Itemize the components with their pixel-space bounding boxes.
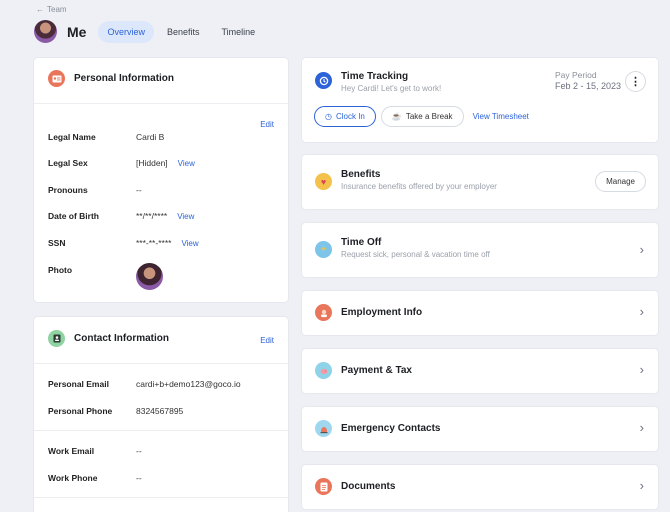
clock-icon: ◷ [325,112,332,121]
tab-timeline[interactable]: Timeline [213,21,265,43]
more-options-button[interactable]: ⋮ [625,71,646,92]
time-tracking-title: Time Tracking [341,71,409,82]
chevron-right-icon: › [639,478,644,493]
id-card-icon [48,70,65,87]
personal-email-row: Personal Email cardi+b+demo123@goco.io [48,379,241,389]
contact-book-icon [48,330,65,347]
arrow-left-icon: ← [36,5,44,14]
divider [34,497,288,498]
legal-sex-row: Legal Sex [Hidden] View [48,158,195,168]
work-email-row: Work Email -- [48,446,142,456]
documents-card[interactable]: Documents › [302,465,658,509]
employment-info-card[interactable]: Employment Info › [302,291,658,335]
emergency-contacts-title: Emergency Contacts [341,423,441,434]
contact-edit-link[interactable]: Edit [260,336,274,345]
benefits-card[interactable]: ♥ Benefits Insurance benefits offered by… [302,155,658,209]
contact-information-title: Contact Information [74,333,169,344]
personal-information-card: Personal Information Edit Legal Name Car… [34,58,288,302]
clock-icon [315,72,332,89]
divider [34,103,288,104]
time-off-card[interactable]: ☀ Time Off Request sick, personal & vaca… [302,223,658,277]
personal-phone-row: Personal Phone 8324567895 [48,406,184,416]
heart-icon: ♥ [315,173,332,190]
chevron-right-icon: › [639,362,644,377]
view-legal-sex-link[interactable]: View [178,159,195,168]
page-title: Me [67,23,87,40]
work-phone-row: Work Phone -- [48,473,142,483]
employee-icon [315,304,332,321]
benefits-title: Benefits [341,169,381,180]
view-timesheet-link[interactable]: View Timesheet [473,112,529,121]
pronouns-row: Pronouns -- [48,185,142,195]
tab-overview[interactable]: Overview [98,20,154,43]
time-off-subtitle: Request sick, personal & vacation time o… [341,250,490,259]
employment-info-title: Employment Info [341,307,423,318]
coffee-cup-icon: ☕ [391,112,402,121]
avatar [34,20,57,43]
divider [34,363,288,364]
payment-tax-title: Payment & Tax [341,365,412,376]
alarm-icon [315,420,332,437]
profile-header: Me Overview Benefits Timeline [34,20,264,43]
legal-name-row: Legal Name Cardi B [48,132,165,142]
manage-benefits-button[interactable]: Manage [595,171,646,192]
personal-edit-link[interactable]: Edit [260,120,274,129]
chevron-right-icon: › [639,304,644,319]
tab-benefits[interactable]: Benefits [158,21,209,43]
view-dob-link[interactable]: View [177,212,194,221]
chevron-right-icon: › [639,242,644,257]
benefits-subtitle: Insurance benefits offered by your emplo… [341,182,497,191]
kebab-icon: ⋮ [630,76,641,88]
piggy-bank-icon [315,362,332,379]
date-of-birth-row: Date of Birth **/**/**** View [48,211,195,221]
back-to-team-link[interactable]: ← Team [36,5,67,14]
clock-in-button[interactable]: ◷ Clock In [314,106,376,127]
pay-period-label: Pay Period [555,70,597,80]
time-off-title: Time Off [341,237,382,248]
beach-icon: ☀ [315,241,332,258]
payment-tax-card[interactable]: Payment & Tax › [302,349,658,393]
document-icon [315,478,332,495]
personal-information-title: Personal Information [74,73,175,84]
ssn-row: SSN ***-**-**** View [48,238,199,248]
contact-information-card: Contact Information Edit Personal Email … [34,317,288,512]
time-tracking-greeting: Hey Cardi! Let's get to work! [341,84,442,93]
profile-tabs: Overview Benefits Timeline [98,20,265,43]
pay-period-value: Feb 2 - 15, 2023 [555,81,622,91]
time-tracking-card: Time Tracking Hey Cardi! Let's get to wo… [302,58,658,142]
profile-photo[interactable] [136,263,163,290]
chevron-right-icon: › [639,420,644,435]
take-a-break-button[interactable]: ☕ Take a Break [380,106,464,127]
divider [34,430,288,431]
documents-title: Documents [341,481,396,492]
emergency-contacts-card[interactable]: Emergency Contacts › [302,407,658,451]
view-ssn-link[interactable]: View [181,239,198,248]
